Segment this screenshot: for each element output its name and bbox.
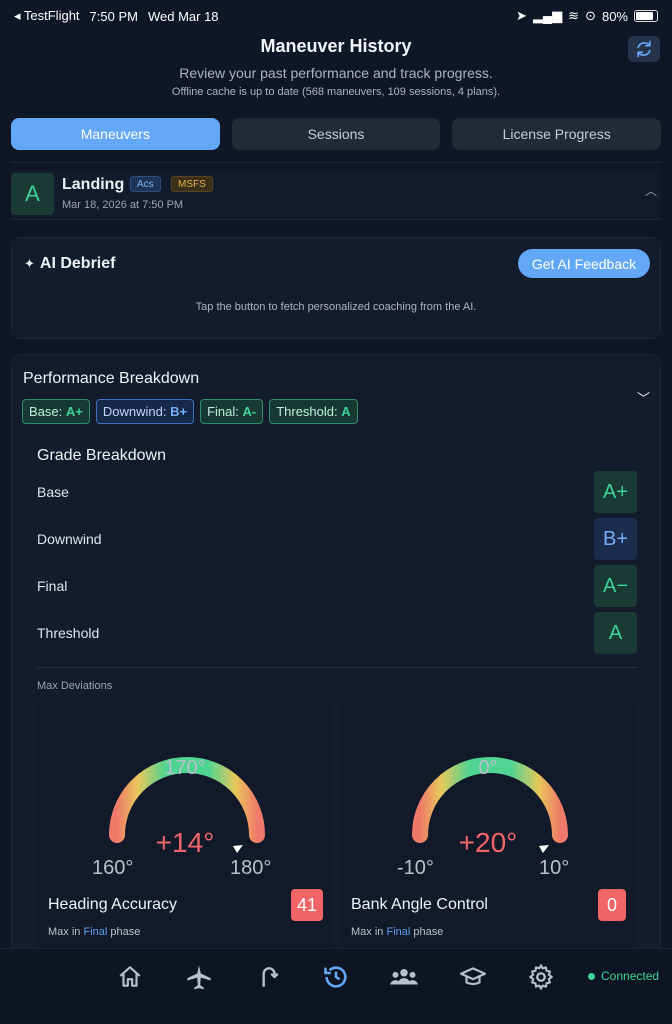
- connection-label: Connected: [601, 969, 660, 983]
- gauge-max-label: 180°: [230, 857, 272, 879]
- connection-status: Connected: [588, 969, 659, 983]
- ai-debrief-hint: Tap the button to fetch personalized coa…: [195, 301, 477, 313]
- chip-threshold: Threshold: A: [269, 399, 358, 424]
- gauge-score-badge: 41: [290, 889, 323, 921]
- grade-row-value: A−: [594, 565, 637, 607]
- gauge-min-label: 160°: [92, 857, 134, 879]
- grade-row-threshold: Threshold A: [37, 612, 637, 656]
- gauge-target-label: 170°: [164, 757, 206, 779]
- phase-link: Final: [386, 926, 411, 938]
- grade-row-value: A: [594, 612, 637, 654]
- nav-education-icon[interactable]: [457, 963, 489, 991]
- badge-msfs: MSFS: [171, 176, 213, 192]
- back-to-app-link[interactable]: ◂ TestFlight: [14, 8, 80, 24]
- connection-dot: [588, 972, 595, 980]
- page-subtitle: Review your past performance and track p…: [179, 65, 493, 81]
- page-title: Maneuver History: [260, 36, 412, 56]
- gauge-score-badge: 0: [598, 889, 626, 921]
- chip-base: Base: A+: [22, 399, 90, 424]
- chip-downwind: Downwind: B+: [95, 399, 195, 424]
- grade-breakdown-title: Grade Breakdown: [37, 447, 166, 464]
- status-time: 7:50 PM: [89, 8, 138, 24]
- tab-license-progress[interactable]: License Progress: [452, 118, 662, 150]
- chip-final: Final: A-: [200, 399, 264, 424]
- location-icon: ➤: [516, 8, 527, 23]
- gauge-min-label: -10°: [397, 857, 434, 879]
- ai-debrief-title: ✦ AI Debrief: [24, 255, 115, 273]
- nav-route-icon[interactable]: [252, 963, 284, 991]
- gauge-max-label: 10°: [539, 857, 570, 879]
- gauge-target-label: 0°: [478, 757, 498, 779]
- nav-history-icon[interactable]: [320, 963, 352, 991]
- grade-row-label: Downwind: [37, 531, 102, 547]
- gauge-title: Heading Accuracy: [48, 896, 177, 913]
- chevron-down-icon[interactable]: ﹀: [637, 388, 650, 407]
- history-tabs: Maneuvers Sessions License Progress: [11, 118, 662, 150]
- nav-settings-icon[interactable]: [525, 963, 557, 991]
- gauge-title: Bank Angle Control: [351, 896, 488, 913]
- bottom-nav: Connected: [0, 948, 672, 1024]
- divider: [11, 162, 661, 163]
- refresh-icon: [637, 40, 651, 58]
- max-deviations-label: Max Deviations: [37, 680, 113, 692]
- phase-grade-chips: Base: A+ Downwind: B+ Final: A- Threshol…: [22, 399, 358, 424]
- signal-icon: ▂▄▆: [532, 8, 563, 23]
- grade-row-value: A+: [594, 471, 637, 513]
- wifi-icon: ≋: [568, 8, 580, 23]
- nav-home-icon[interactable]: [114, 963, 146, 991]
- nav-flight-icon[interactable]: [183, 963, 215, 991]
- status-date: Wed Mar 18: [147, 8, 219, 24]
- phase-link: Final: [83, 926, 108, 938]
- grade-row-final: Final A−: [37, 565, 637, 609]
- gauge-heading-accuracy: 170° +14° 160° 180° Heading Accuracy 41 …: [37, 702, 333, 952]
- grade-row-downwind: Downwind B+: [37, 518, 637, 562]
- grade-row-label: Final: [37, 578, 68, 594]
- ai-debrief-label: AI Debrief: [39, 255, 116, 272]
- page-header: Maneuver History Review your past perfor…: [0, 36, 672, 98]
- status-bar: ◂ TestFlight 7:50 PM Wed Mar 18 ➤ ▂▄▆ ≋ …: [0, 0, 672, 30]
- nav-community-icon[interactable]: [388, 963, 420, 991]
- performance-card: Performance Breakdown ﹀ Base: A+ Downwin…: [11, 354, 661, 954]
- tab-maneuvers[interactable]: Maneuvers: [11, 118, 220, 150]
- chevron-up-icon[interactable]: ︿: [645, 182, 657, 199]
- grade-row-label: Threshold: [37, 625, 100, 641]
- ai-debrief-card: ✦ AI Debrief Get AI Feedback Tap the but…: [11, 237, 661, 339]
- performance-title: Performance Breakdown: [23, 370, 200, 387]
- maneuver-date: Mar 18, 2026 at 7:50 PM: [62, 199, 184, 211]
- badge-acs: Acs: [130, 176, 161, 192]
- gauge-deviation-value: +14°: [155, 827, 215, 858]
- sparkle-icon: ✦: [24, 256, 35, 271]
- divider: [37, 667, 637, 668]
- gauge-phase-note: Max in Final phase: [48, 926, 141, 938]
- gauge-phase-note: Max in Final phase: [351, 926, 444, 938]
- refresh-button[interactable]: [628, 36, 660, 62]
- grade-row-base: Base A+: [37, 471, 637, 515]
- grade-row-value: B+: [594, 518, 637, 560]
- get-ai-feedback-button[interactable]: Get AI Feedback: [518, 249, 650, 278]
- gauge-deviation-value: +20°: [458, 827, 518, 858]
- maneuver-row[interactable]: A Landing Acs MSFS Mar 18, 2026 at 7:50 …: [11, 170, 661, 220]
- tab-sessions[interactable]: Sessions: [231, 118, 441, 150]
- grade-row-label: Base: [37, 484, 69, 500]
- battery-percent: 80%: [601, 8, 628, 24]
- lock-rotation-icon: ⊙: [585, 8, 596, 23]
- gauge-bank-angle-control: 0° +20° -10° 10° Bank Angle Control 0 Ma…: [340, 702, 636, 952]
- maneuver-name: Landing: [62, 176, 125, 193]
- battery-icon: [634, 10, 658, 22]
- cache-status: Offline cache is up to date (568 maneuve…: [171, 86, 501, 98]
- maneuver-grade: A: [11, 173, 54, 215]
